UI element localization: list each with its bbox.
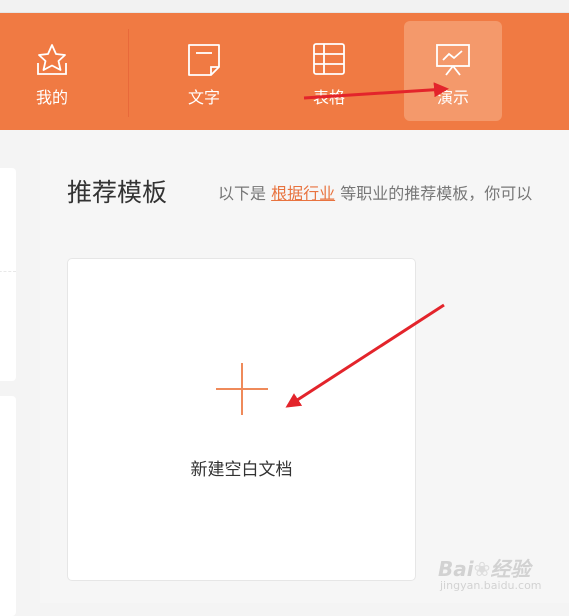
- section-title: 推荐模板: [67, 178, 168, 207]
- paw-icon: ❀: [473, 557, 491, 581]
- tool-text-label: 文字: [187, 88, 220, 107]
- new-blank-document-label: 新建空白文档: [190, 460, 293, 480]
- tool-spreadsheet[interactable]: 表格: [280, 21, 378, 121]
- industry-link[interactable]: 根据行业: [271, 184, 335, 203]
- watermark-sub: jingyan.baidu.com: [440, 579, 542, 592]
- baidu-watermark: Bai❀经验 jingyan.baidu.com: [438, 545, 558, 595]
- desc-prefix: 以下是: [218, 184, 267, 203]
- new-blank-document-card[interactable]: 新建空白文档: [67, 258, 416, 581]
- tool-spreadsheet-label: 表格: [312, 88, 345, 107]
- star-icon: [37, 44, 67, 75]
- tool-mine-label: 我的: [35, 88, 68, 107]
- tool-text[interactable]: 文字: [155, 21, 253, 121]
- tool-presentation[interactable]: 演示: [404, 21, 502, 121]
- presentation-icon: [436, 44, 470, 76]
- tool-pdf[interactable]: P: [536, 21, 569, 121]
- section-description: 以下是 根据行业 等职业的推荐模板，你可以: [218, 183, 532, 205]
- desc-suffix: 等职业的推荐模板，你可以: [340, 184, 533, 203]
- app-toolbar: 我的 文字 表格 演示 P: [0, 13, 569, 130]
- left-panel-card: [0, 168, 16, 381]
- tool-presentation-label: 演示: [436, 88, 469, 107]
- window-top-strip: [0, 0, 569, 13]
- plus-icon: [216, 363, 268, 415]
- watermark-brand: Bai❀经验: [438, 557, 531, 581]
- toolbar-divider: [128, 29, 129, 117]
- left-panel-divider: [0, 271, 16, 272]
- document-text-icon: [188, 44, 220, 76]
- left-panel-card-lower: [0, 396, 16, 616]
- table-grid-icon: [313, 43, 345, 75]
- tool-mine[interactable]: 我的: [3, 21, 101, 121]
